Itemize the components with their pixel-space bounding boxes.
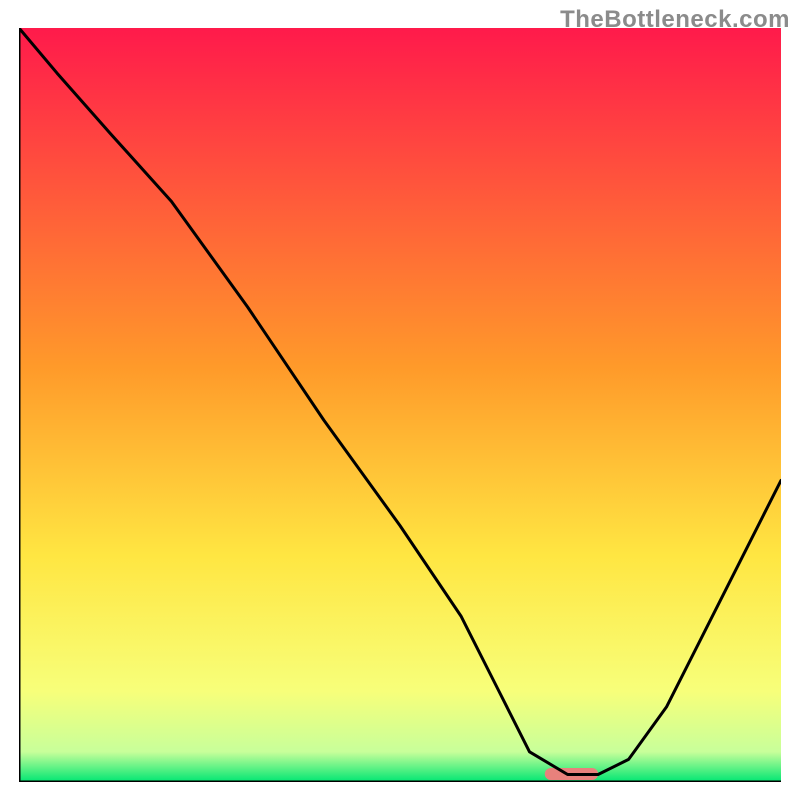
chart-area [19,28,781,782]
gradient-background [19,28,781,782]
chart-svg [19,28,781,782]
watermark-text: TheBottleneck.com [560,6,790,34]
